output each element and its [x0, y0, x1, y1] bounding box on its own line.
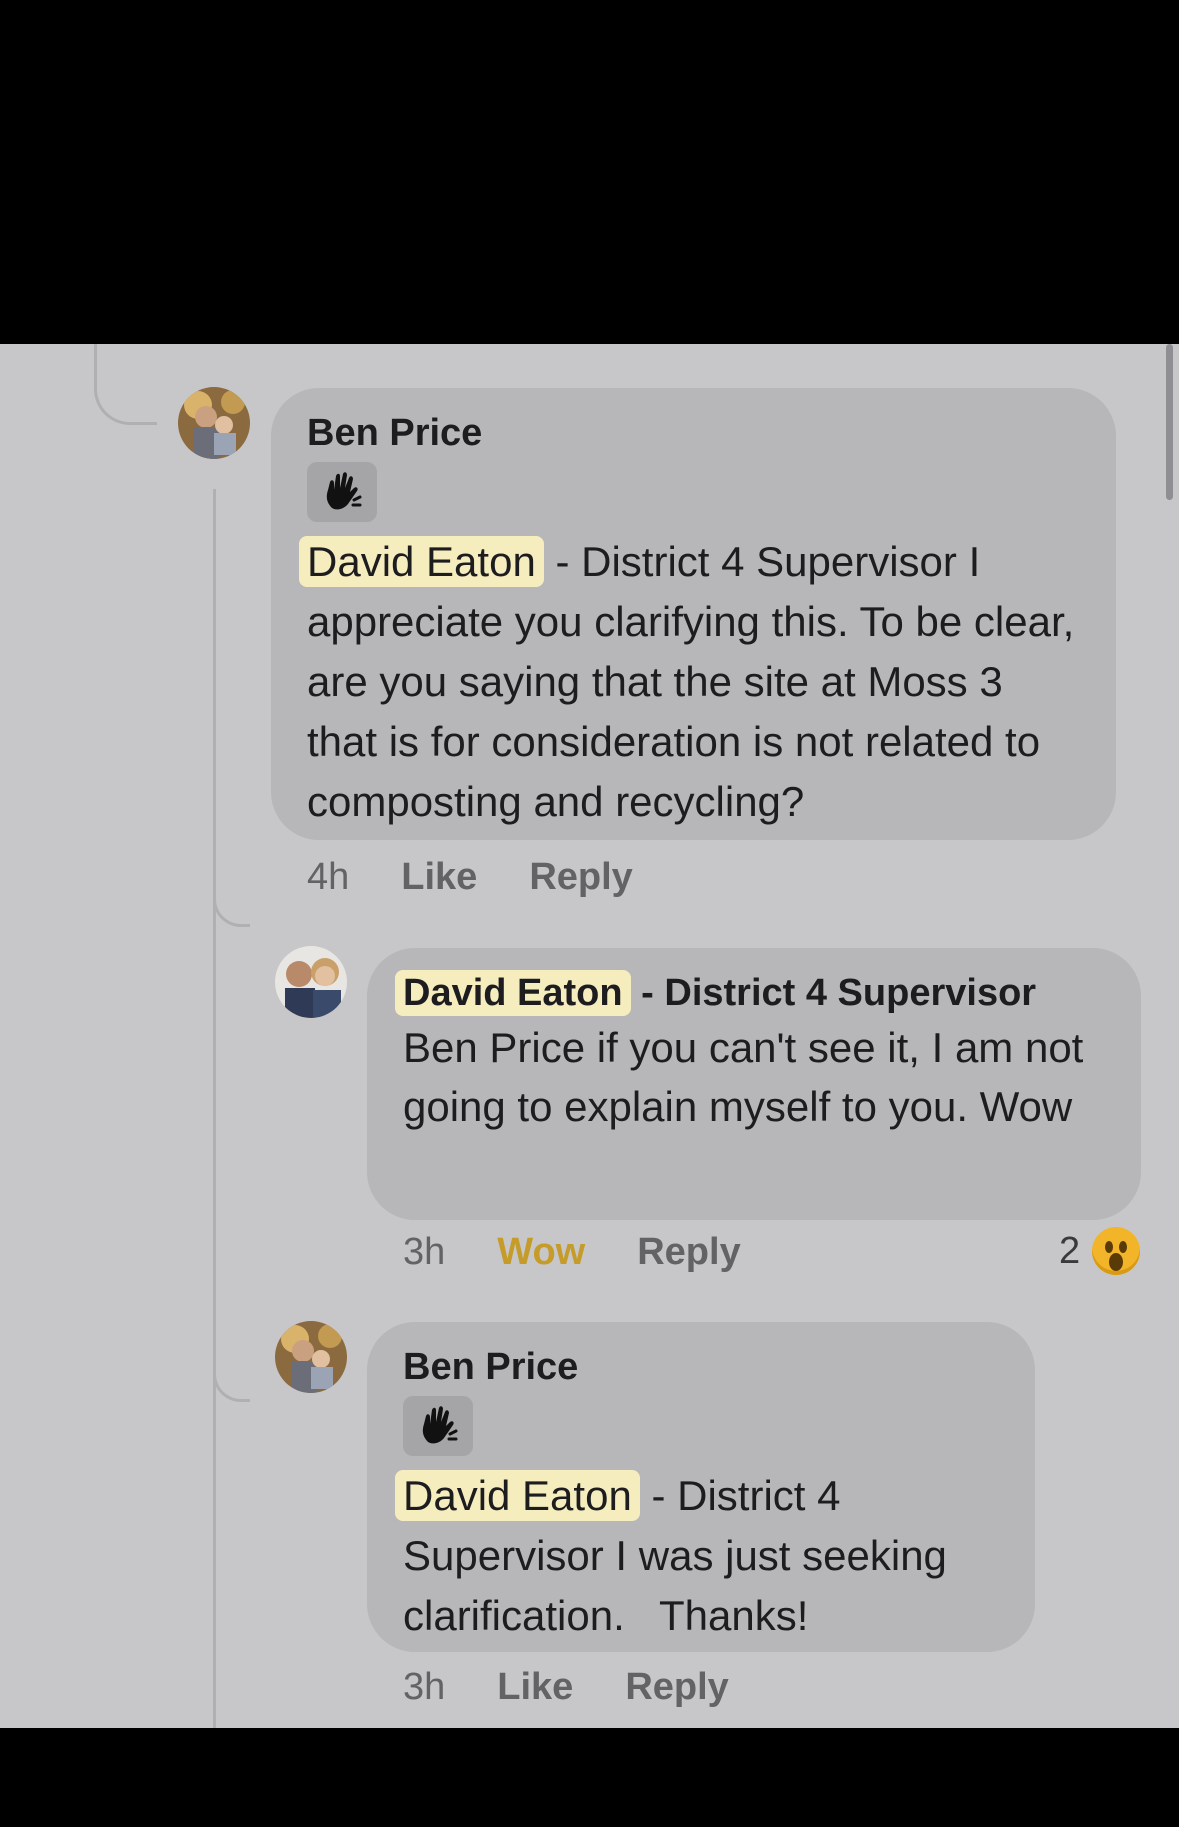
comment-actions: 3h Like Reply: [403, 1666, 781, 1709]
wave-hand-icon[interactable]: [403, 1396, 473, 1456]
bottom-bar: [0, 1728, 1179, 1827]
comment-actions: 3h Wow Reply: [403, 1231, 793, 1274]
comment-actions: 4h Like Reply: [307, 856, 685, 899]
timestamp: 3h: [403, 1666, 446, 1708]
wave-hand-icon[interactable]: [307, 462, 377, 522]
author-title: - District 4 Supervisor: [641, 972, 1037, 1014]
scrollbar[interactable]: [1166, 344, 1173, 500]
reaction-summary[interactable]: 2: [1059, 1227, 1141, 1275]
thread-connector: [213, 884, 250, 927]
comment-author[interactable]: Ben Price: [307, 410, 1078, 456]
comment-author-line: David Eaton - District 4 Supervisor: [395, 968, 1103, 1018]
comment-bubble[interactable]: Ben Price David Eaton - District 4 Super…: [367, 1322, 1035, 1652]
like-button[interactable]: Like: [497, 1666, 573, 1709]
comment-author[interactable]: Ben Price: [403, 1344, 997, 1390]
comment-text: David Eaton - District 4 Supervisor I wa…: [395, 1466, 997, 1646]
thread-line: [213, 489, 216, 1728]
comment-text: Ben Price if you can't see it, I am not …: [403, 1024, 1084, 1130]
mention-tag[interactable]: David Eaton: [395, 1470, 640, 1521]
thread-connector: [213, 1359, 250, 1402]
comment-text: David Eaton - District 4 Supervisor I ap…: [299, 532, 1078, 832]
reply-button[interactable]: Reply: [529, 856, 632, 899]
comments-thread: Ben Price David Eaton - District 4 Super…: [0, 344, 1179, 1728]
avatar-david-eaton[interactable]: [275, 946, 347, 1018]
thread-connector: [94, 344, 157, 425]
avatar-ben-price[interactable]: [178, 387, 250, 459]
reply-button[interactable]: Reply: [625, 1666, 728, 1709]
timestamp: 3h: [403, 1231, 446, 1273]
like-button[interactable]: Like: [401, 856, 477, 899]
reply-button[interactable]: Reply: [637, 1231, 740, 1274]
avatar-ben-price[interactable]: [275, 1321, 347, 1393]
wow-reaction-button[interactable]: Wow: [497, 1231, 585, 1274]
comment-author[interactable]: David Eaton: [395, 970, 631, 1016]
wow-emoji-icon: [1092, 1227, 1141, 1275]
timestamp: 4h: [307, 856, 350, 898]
mention-tag[interactable]: David Eaton: [299, 536, 544, 587]
comment-bubble[interactable]: Ben Price David Eaton - District 4 Super…: [271, 388, 1116, 840]
reaction-count: 2: [1059, 1229, 1081, 1272]
comment-bubble[interactable]: David Eaton - District 4 Supervisor Ben …: [367, 948, 1141, 1220]
